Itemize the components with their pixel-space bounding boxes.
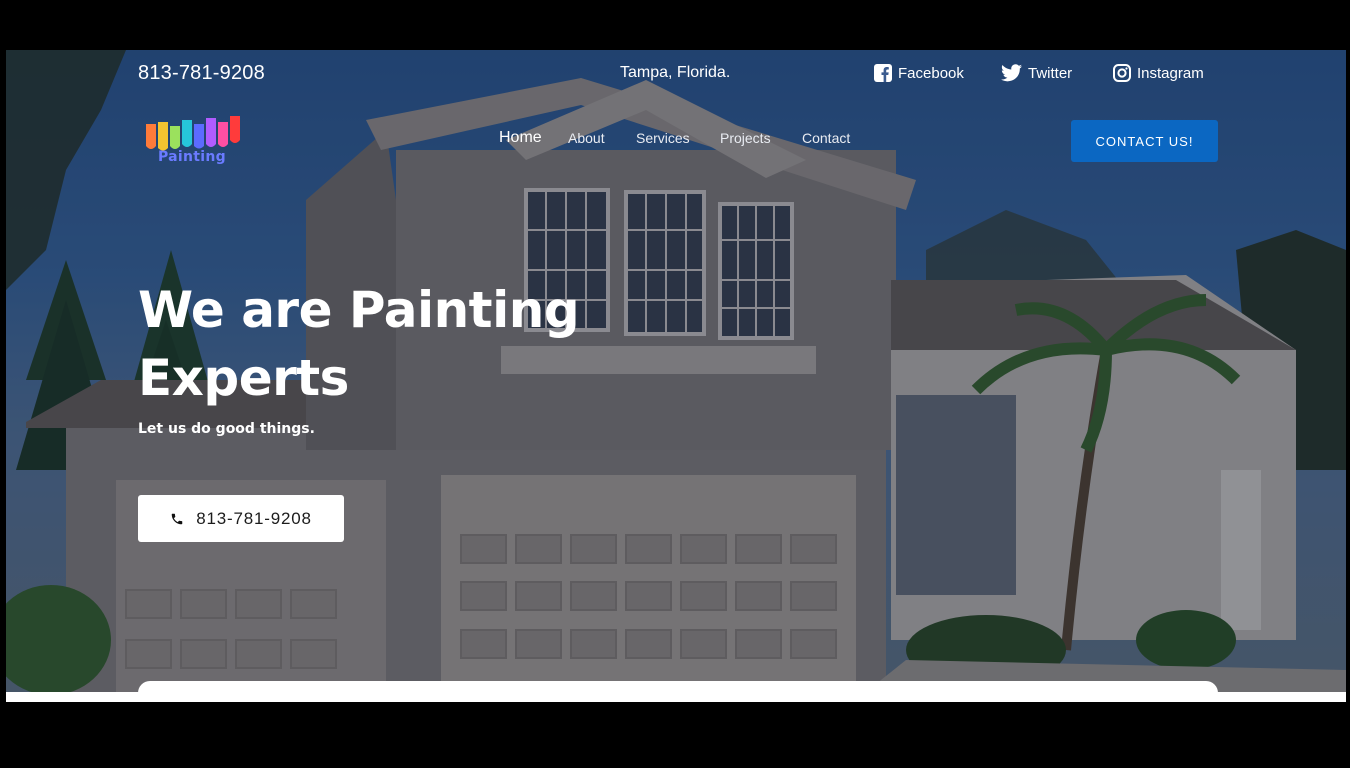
nav-about[interactable]: About [568,130,605,146]
headline-line-1: We are Painting [138,281,580,339]
nav-contact[interactable]: Contact [802,130,850,146]
twitter-label: Twitter [1028,64,1073,82]
contact-us-button[interactable]: CONTACT US! [1071,120,1218,162]
headline-line-2: Experts [138,349,349,407]
nav-projects[interactable]: Projects [720,130,771,146]
phone-icon [172,513,183,524]
topbar-location: Tampa, Florida. [620,64,731,81]
logo-text: Painting [158,149,226,165]
hero-headline: We are Painting Experts [138,276,598,412]
instagram-label: Instagram [1137,64,1204,82]
facebook-icon [874,64,892,82]
top-info-bar: 813-781-9208 Tampa, Florida. Facebook Tw… [6,50,1346,98]
facebook-label: Facebook [898,64,964,82]
paint-drips-icon [146,116,240,151]
call-phone-button[interactable]: 813-781-9208 [138,495,344,542]
instagram-icon [1113,64,1131,82]
nav-services[interactable]: Services [636,130,690,146]
facebook-link[interactable]: Facebook [874,64,964,82]
twitter-icon [1001,64,1022,82]
hero-subline: Let us do good things. [138,421,315,437]
topbar-phone[interactable]: 813-781-9208 [138,62,265,85]
twitter-link[interactable]: Twitter [1001,64,1072,82]
instagram-link[interactable]: Instagram [1113,64,1204,82]
nav-home[interactable]: Home [499,129,542,147]
hero-section: 813-781-9208 Tampa, Florida. Facebook Tw… [6,50,1346,692]
content-card-top-edge [138,681,1218,702]
call-button-label: 813-781-9208 [196,508,312,528]
browser-viewport: 813-781-9208 Tampa, Florida. Facebook Tw… [6,50,1346,702]
